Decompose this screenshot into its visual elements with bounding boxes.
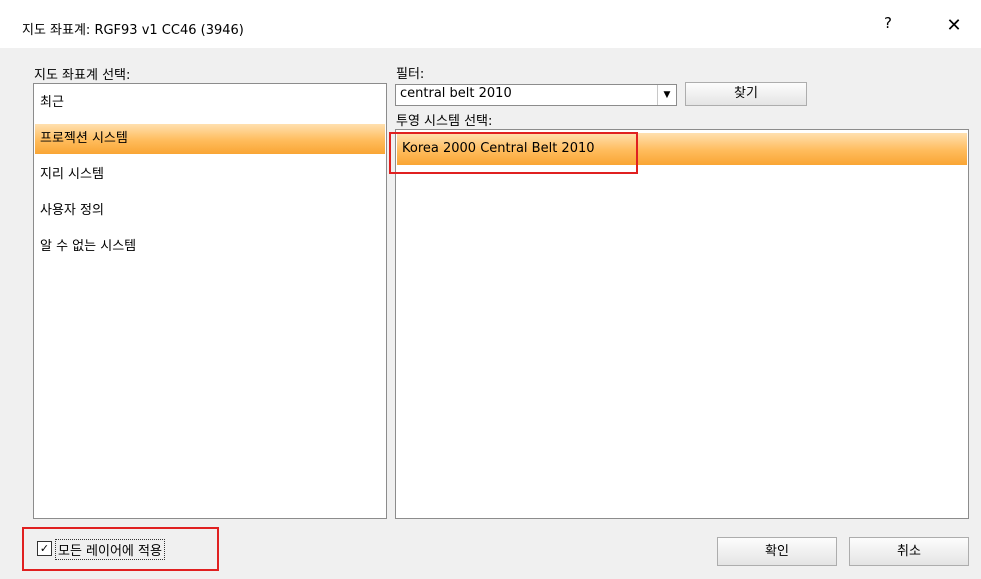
list-item-geographic-systems[interactable]: 지리 시스템 (35, 160, 385, 190)
dropdown-arrow-icon[interactable]: ▼ (657, 85, 676, 105)
highlight-box-projection (389, 132, 638, 174)
cancel-button[interactable]: 취소 (849, 537, 969, 566)
filter-label: 필터: (396, 67, 425, 82)
filter-combobox[interactable]: central belt 2010 ▼ (395, 84, 677, 106)
projection-list[interactable]: Korea 2000 Central Belt 2010 (395, 129, 969, 519)
list-item-unknown-systems[interactable]: 알 수 없는 시스템 (35, 232, 385, 262)
ok-button[interactable]: 확인 (717, 537, 837, 566)
find-button[interactable]: 찾기 (685, 82, 807, 106)
crs-type-list[interactable]: 최근 프로젝션 시스템 지리 시스템 사용자 정의 알 수 없는 시스템 (33, 83, 387, 519)
close-icon[interactable]: ✕ (940, 13, 968, 39)
list-item-recent[interactable]: 최근 (35, 88, 385, 118)
help-icon[interactable]: ? (884, 14, 892, 32)
highlight-box-apply-all (22, 527, 219, 571)
list-item-user-defined[interactable]: 사용자 정의 (35, 196, 385, 226)
window-title: 지도 좌표계: RGF93 v1 CC46 (3946) (22, 23, 244, 38)
crs-type-label: 지도 좌표계 선택: (34, 68, 131, 83)
filter-value: central belt 2010 (400, 86, 512, 101)
list-item-projected-systems[interactable]: 프로젝션 시스템 (35, 124, 385, 154)
title-bar: 지도 좌표계: RGF93 v1 CC46 (3946) ? ✕ (0, 0, 981, 48)
projection-list-label: 투영 시스템 선택: (396, 114, 493, 129)
